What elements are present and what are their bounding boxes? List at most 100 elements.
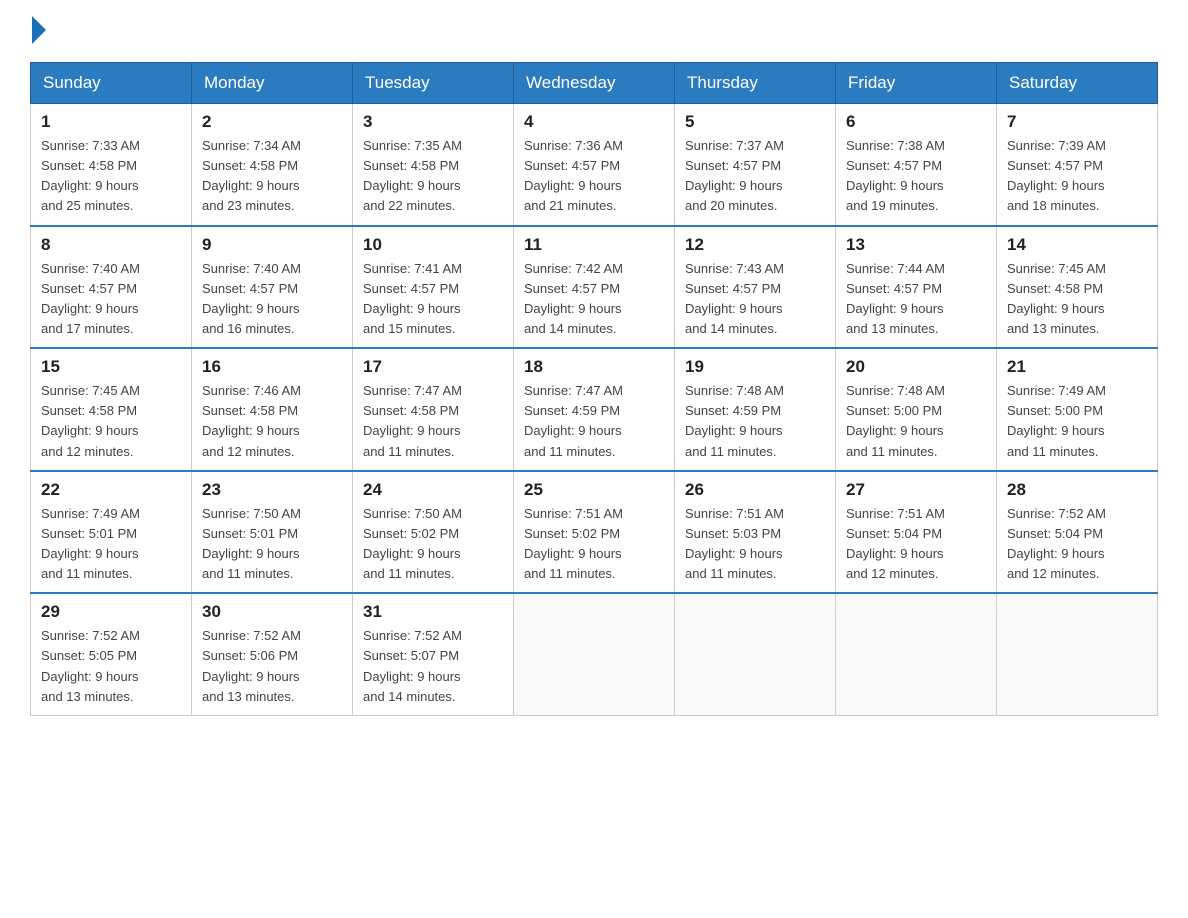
logo-triangle-icon <box>32 16 46 44</box>
calendar-day-cell: 9 Sunrise: 7:40 AMSunset: 4:57 PMDaylight… <box>192 226 353 349</box>
day-number: 26 <box>685 480 825 500</box>
day-info: Sunrise: 7:48 AMSunset: 5:00 PMDaylight:… <box>846 381 986 462</box>
day-info: Sunrise: 7:39 AMSunset: 4:57 PMDaylight:… <box>1007 136 1147 217</box>
day-number: 8 <box>41 235 181 255</box>
day-number: 10 <box>363 235 503 255</box>
day-header-saturday: Saturday <box>997 63 1158 104</box>
day-number: 11 <box>524 235 664 255</box>
day-number: 28 <box>1007 480 1147 500</box>
day-info: Sunrise: 7:35 AMSunset: 4:58 PMDaylight:… <box>363 136 503 217</box>
day-info: Sunrise: 7:51 AMSunset: 5:02 PMDaylight:… <box>524 504 664 585</box>
calendar-day-cell: 11 Sunrise: 7:42 AMSunset: 4:57 PMDayligh… <box>514 226 675 349</box>
day-info: Sunrise: 7:49 AMSunset: 5:00 PMDaylight:… <box>1007 381 1147 462</box>
day-number: 25 <box>524 480 664 500</box>
calendar-day-cell <box>997 593 1158 715</box>
day-number: 7 <box>1007 112 1147 132</box>
day-header-wednesday: Wednesday <box>514 63 675 104</box>
day-info: Sunrise: 7:52 AMSunset: 5:06 PMDaylight:… <box>202 626 342 707</box>
day-number: 4 <box>524 112 664 132</box>
day-header-tuesday: Tuesday <box>353 63 514 104</box>
day-info: Sunrise: 7:51 AMSunset: 5:04 PMDaylight:… <box>846 504 986 585</box>
calendar-day-cell: 6 Sunrise: 7:38 AMSunset: 4:57 PMDaylight… <box>836 104 997 226</box>
day-info: Sunrise: 7:34 AMSunset: 4:58 PMDaylight:… <box>202 136 342 217</box>
calendar-week-row: 15 Sunrise: 7:45 AMSunset: 4:58 PMDayligh… <box>31 348 1158 471</box>
day-number: 19 <box>685 357 825 377</box>
day-info: Sunrise: 7:50 AMSunset: 5:02 PMDaylight:… <box>363 504 503 585</box>
logo <box>30 20 46 44</box>
day-number: 29 <box>41 602 181 622</box>
calendar-day-cell: 30 Sunrise: 7:52 AMSunset: 5:06 PMDayligh… <box>192 593 353 715</box>
calendar-day-cell: 12Sunrise: 7:43 AMSunset: 4:57 PMDayligh… <box>675 226 836 349</box>
calendar-day-cell: 25 Sunrise: 7:51 AMSunset: 5:02 PMDayligh… <box>514 471 675 594</box>
calendar-day-cell: 17Sunrise: 7:47 AMSunset: 4:58 PMDayligh… <box>353 348 514 471</box>
day-number: 14 <box>1007 235 1147 255</box>
day-header-thursday: Thursday <box>675 63 836 104</box>
day-info: Sunrise: 7:51 AMSunset: 5:03 PMDaylight:… <box>685 504 825 585</box>
day-info: Sunrise: 7:49 AMSunset: 5:01 PMDaylight:… <box>41 504 181 585</box>
calendar-day-cell: 8 Sunrise: 7:40 AMSunset: 4:57 PMDaylight… <box>31 226 192 349</box>
calendar-day-cell: 20 Sunrise: 7:48 AMSunset: 5:00 PMDayligh… <box>836 348 997 471</box>
calendar-day-cell: 31 Sunrise: 7:52 AMSunset: 5:07 PMDayligh… <box>353 593 514 715</box>
day-number: 31 <box>363 602 503 622</box>
day-number: 9 <box>202 235 342 255</box>
calendar-day-cell: 2 Sunrise: 7:34 AMSunset: 4:58 PMDaylight… <box>192 104 353 226</box>
day-info: Sunrise: 7:40 AMSunset: 4:57 PMDaylight:… <box>202 259 342 340</box>
day-number: 21 <box>1007 357 1147 377</box>
day-number: 18 <box>524 357 664 377</box>
day-info: Sunrise: 7:44 AMSunset: 4:57 PMDaylight:… <box>846 259 986 340</box>
day-info: Sunrise: 7:40 AMSunset: 4:57 PMDaylight:… <box>41 259 181 340</box>
calendar-day-cell: 18 Sunrise: 7:47 AMSunset: 4:59 PMDayligh… <box>514 348 675 471</box>
calendar-day-cell: 21 Sunrise: 7:49 AMSunset: 5:00 PMDayligh… <box>997 348 1158 471</box>
day-info: Sunrise: 7:37 AMSunset: 4:57 PMDaylight:… <box>685 136 825 217</box>
calendar-day-cell <box>514 593 675 715</box>
calendar-day-cell: 26 Sunrise: 7:51 AMSunset: 5:03 PMDayligh… <box>675 471 836 594</box>
day-number: 23 <box>202 480 342 500</box>
calendar-day-cell: 10 Sunrise: 7:41 AMSunset: 4:57 PMDayligh… <box>353 226 514 349</box>
calendar-day-cell: 3Sunrise: 7:35 AMSunset: 4:58 PMDaylight… <box>353 104 514 226</box>
calendar-day-cell: 23 Sunrise: 7:50 AMSunset: 5:01 PMDayligh… <box>192 471 353 594</box>
calendar-day-cell: 13 Sunrise: 7:44 AMSunset: 4:57 PMDayligh… <box>836 226 997 349</box>
calendar-day-cell: 24 Sunrise: 7:50 AMSunset: 5:02 PMDayligh… <box>353 471 514 594</box>
day-info: Sunrise: 7:45 AMSunset: 4:58 PMDaylight:… <box>41 381 181 462</box>
day-info: Sunrise: 7:52 AMSunset: 5:07 PMDaylight:… <box>363 626 503 707</box>
day-number: 1 <box>41 112 181 132</box>
day-header-sunday: Sunday <box>31 63 192 104</box>
calendar-day-cell: 28Sunrise: 7:52 AMSunset: 5:04 PMDayligh… <box>997 471 1158 594</box>
day-info: Sunrise: 7:47 AMSunset: 4:59 PMDaylight:… <box>524 381 664 462</box>
calendar-day-cell: 5 Sunrise: 7:37 AMSunset: 4:57 PMDaylight… <box>675 104 836 226</box>
calendar-week-row: 29 Sunrise: 7:52 AMSunset: 5:05 PMDayligh… <box>31 593 1158 715</box>
page-header <box>30 20 1158 44</box>
calendar-day-cell: 16Sunrise: 7:46 AMSunset: 4:58 PMDayligh… <box>192 348 353 471</box>
day-header-friday: Friday <box>836 63 997 104</box>
day-header-monday: Monday <box>192 63 353 104</box>
day-info: Sunrise: 7:52 AMSunset: 5:05 PMDaylight:… <box>41 626 181 707</box>
day-number: 2 <box>202 112 342 132</box>
day-number: 30 <box>202 602 342 622</box>
calendar-week-row: 8 Sunrise: 7:40 AMSunset: 4:57 PMDaylight… <box>31 226 1158 349</box>
day-number: 5 <box>685 112 825 132</box>
calendar-day-cell: 29 Sunrise: 7:52 AMSunset: 5:05 PMDayligh… <box>31 593 192 715</box>
day-number: 6 <box>846 112 986 132</box>
calendar-week-row: 22Sunrise: 7:49 AMSunset: 5:01 PMDayligh… <box>31 471 1158 594</box>
day-number: 13 <box>846 235 986 255</box>
day-info: Sunrise: 7:43 AMSunset: 4:57 PMDaylight:… <box>685 259 825 340</box>
day-info: Sunrise: 7:48 AMSunset: 4:59 PMDaylight:… <box>685 381 825 462</box>
calendar-day-cell: 22Sunrise: 7:49 AMSunset: 5:01 PMDayligh… <box>31 471 192 594</box>
day-number: 24 <box>363 480 503 500</box>
calendar-day-cell: 27Sunrise: 7:51 AMSunset: 5:04 PMDayligh… <box>836 471 997 594</box>
day-number: 17 <box>363 357 503 377</box>
calendar-week-row: 1 Sunrise: 7:33 AMSunset: 4:58 PMDaylight… <box>31 104 1158 226</box>
day-info: Sunrise: 7:41 AMSunset: 4:57 PMDaylight:… <box>363 259 503 340</box>
day-number: 16 <box>202 357 342 377</box>
day-info: Sunrise: 7:33 AMSunset: 4:58 PMDaylight:… <box>41 136 181 217</box>
day-info: Sunrise: 7:50 AMSunset: 5:01 PMDaylight:… <box>202 504 342 585</box>
calendar-header-row: SundayMondayTuesdayWednesdayThursdayFrid… <box>31 63 1158 104</box>
day-info: Sunrise: 7:42 AMSunset: 4:57 PMDaylight:… <box>524 259 664 340</box>
day-info: Sunrise: 7:38 AMSunset: 4:57 PMDaylight:… <box>846 136 986 217</box>
calendar-day-cell <box>836 593 997 715</box>
calendar-day-cell: 15 Sunrise: 7:45 AMSunset: 4:58 PMDayligh… <box>31 348 192 471</box>
calendar-table: SundayMondayTuesdayWednesdayThursdayFrid… <box>30 62 1158 716</box>
day-info: Sunrise: 7:36 AMSunset: 4:57 PMDaylight:… <box>524 136 664 217</box>
day-number: 20 <box>846 357 986 377</box>
day-number: 15 <box>41 357 181 377</box>
